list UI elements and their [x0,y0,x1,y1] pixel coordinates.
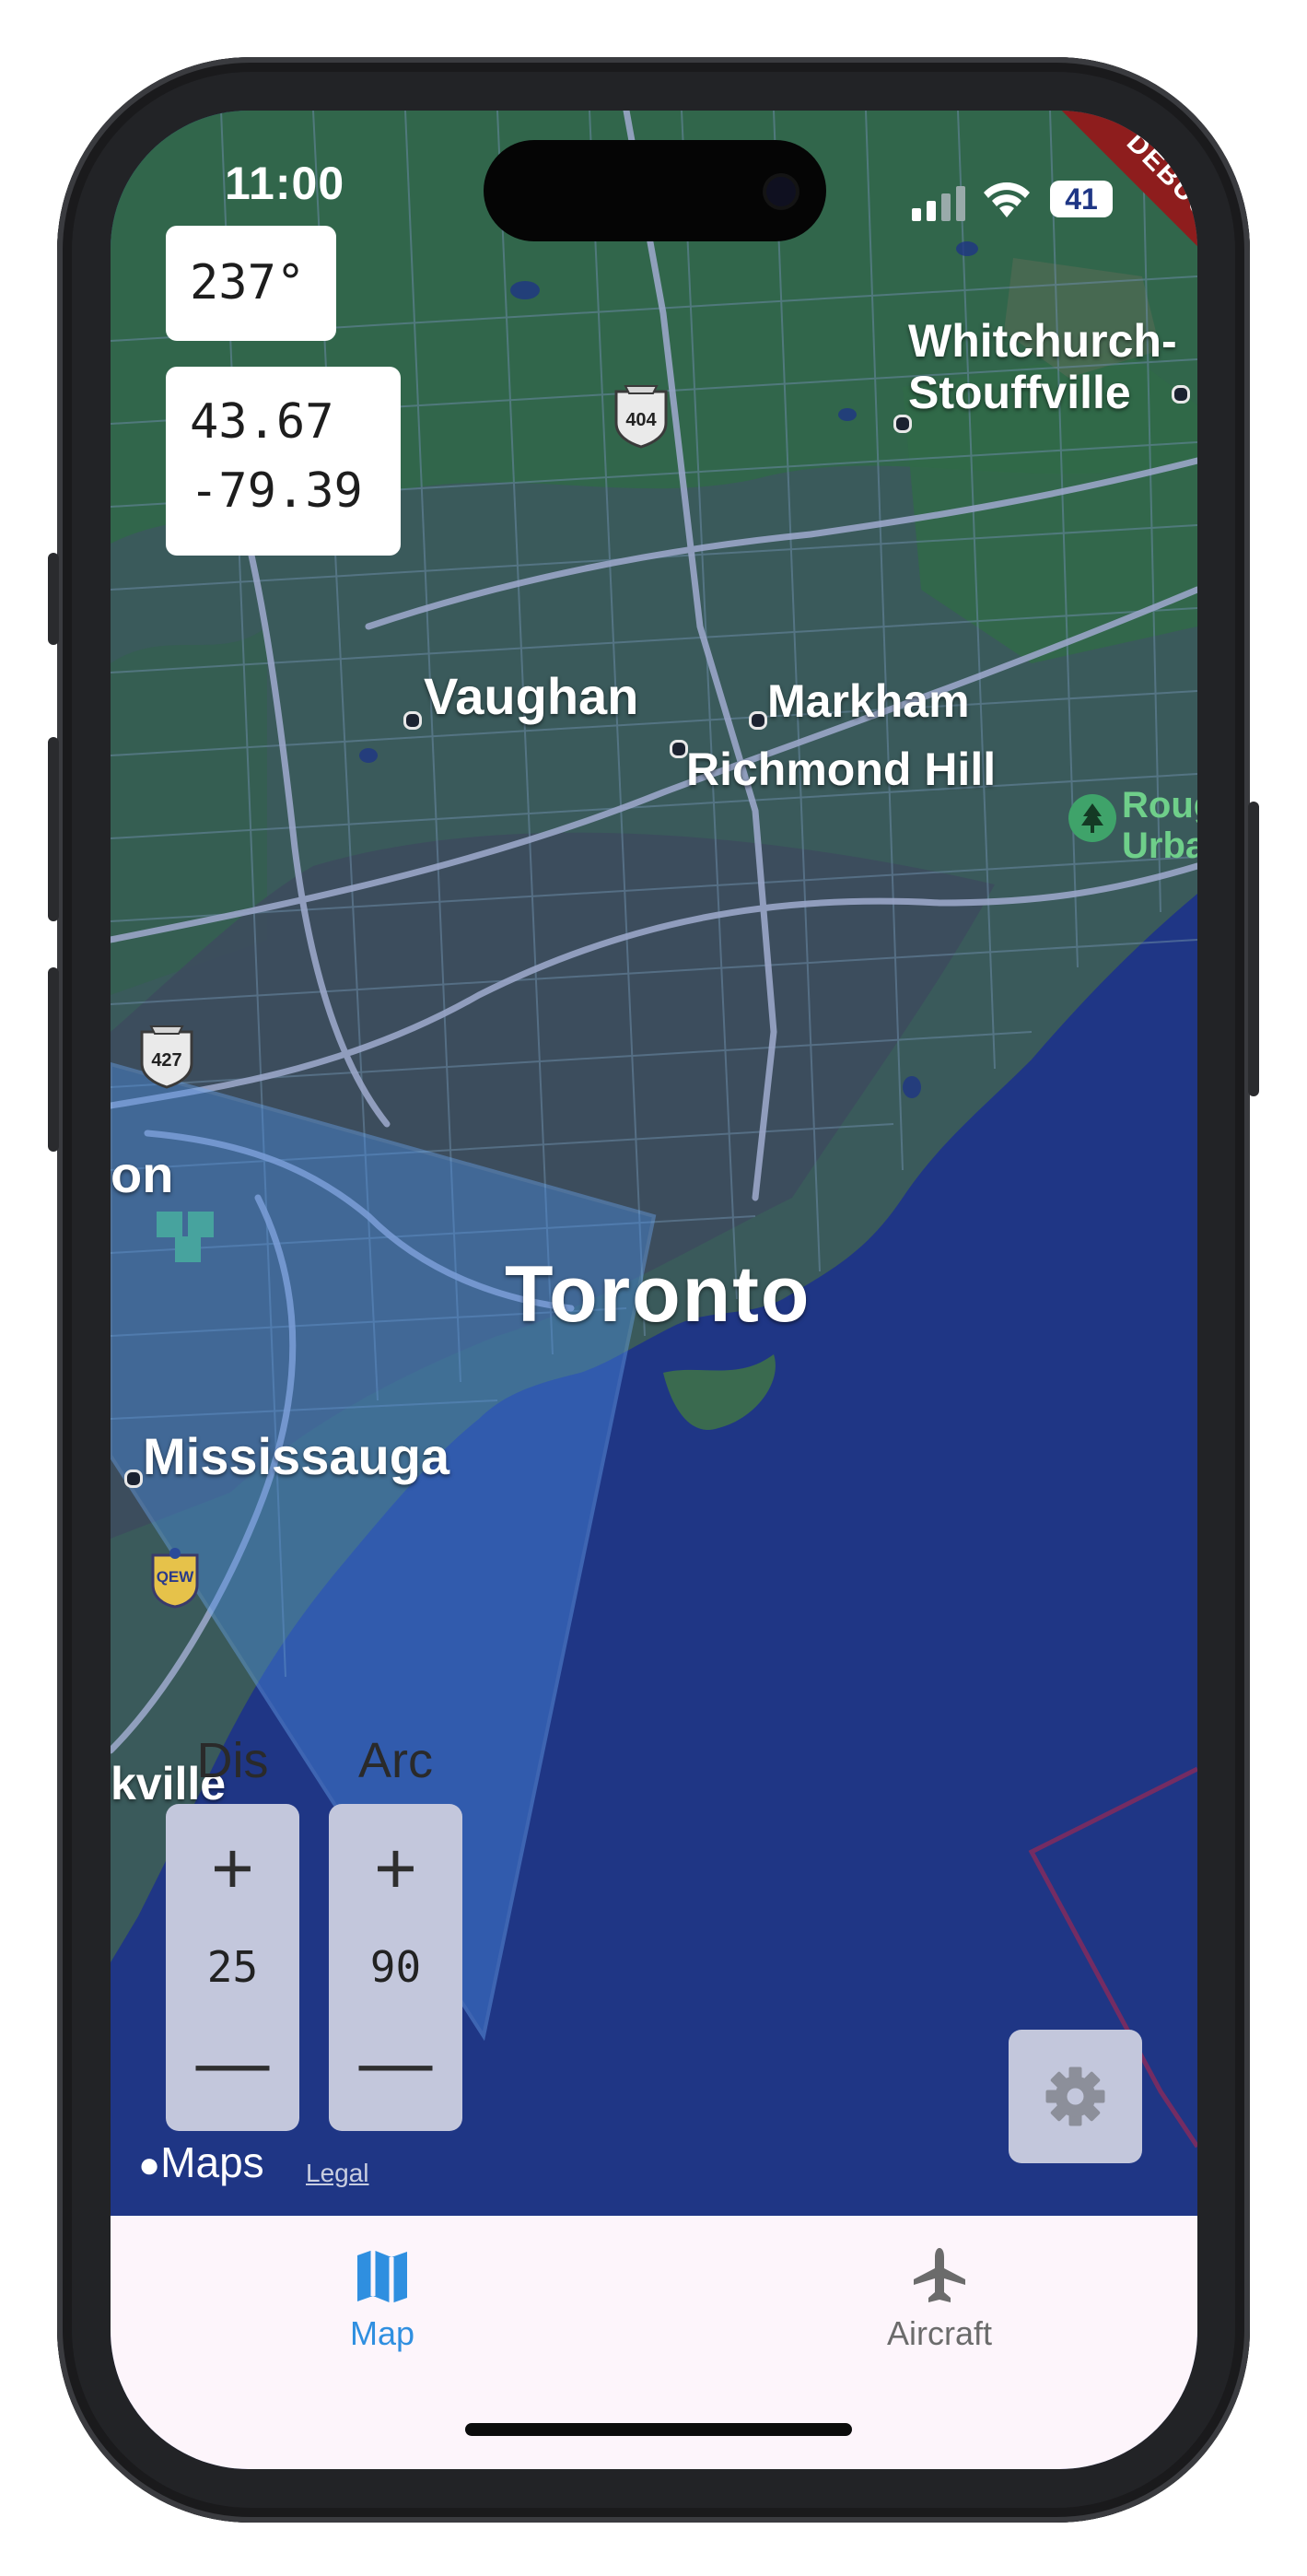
city-label-markham: Markham [767,675,970,727]
gear-icon [1045,2067,1105,2126]
action-button [48,553,59,645]
volume-up-button [48,737,59,921]
qew-label: QEW [156,1568,194,1586]
power-button [1248,802,1259,1096]
app-screen: 404 427 QEW Whitchurch- Stouffville Vaug… [111,111,1197,2469]
highway-427-number: 427 [151,1050,182,1071]
highway-404-shield: 404 [613,382,670,449]
battery-icon: 41 [1050,181,1113,217]
arc-label: Arc [358,1733,433,1788]
highway-404-number: 404 [625,410,657,430]
distance-plus-button[interactable]: + [166,1832,299,1905]
status-time: 11:00 [225,158,345,209]
arc-plus-button[interactable]: + [329,1832,462,1905]
arc-value: 90 [369,1942,422,1992]
distance-label: Dis [196,1733,269,1788]
tab-map[interactable]: Map [295,2239,470,2359]
apple-maps-attribution: ●Maps [138,2137,264,2187]
heading-display: 237° [166,226,336,341]
coordinates-display: 43.67 -79.39 [166,367,401,556]
whitchurch-line-1: Whitchurch- [908,315,1177,367]
longitude-value: -79.39 [190,463,363,519]
park-tree-icon [1068,794,1116,842]
highway-427-shield: 427 [138,1023,195,1089]
city-label-brampton-partial: on [111,1145,174,1203]
rouge-line-2: Urba [1122,825,1197,866]
city-dot-mississauga [124,1469,143,1488]
whitchurch-line-2: Stouffville [908,367,1131,418]
city-label-whitchurch-stouffville: Whitchurch- Stouffville [908,315,1177,418]
maps-logo-text: Maps [160,2138,264,2186]
battery-level: 41 [1065,182,1098,216]
city-label-toronto: Toronto [505,1250,811,1339]
cellular-signal-icon [912,186,969,226]
airplane-icon [914,2248,965,2302]
tab-aircraft[interactable]: Aircraft [838,2239,1041,2359]
city-dot-vaughan [403,711,422,730]
legal-link[interactable]: Legal [306,2159,369,2188]
arc-stepper: + 90 — [329,1804,462,2131]
arc-minus-button[interactable]: — [329,2025,462,2099]
front-camera [766,177,796,206]
city-label-richmond-hill: Richmond Hill [686,744,997,795]
distance-minus-button[interactable]: — [166,2025,299,2099]
rouge-line-1: Roug [1122,785,1197,825]
tab-map-label: Map [349,2314,415,2352]
heading-value: 237° [190,255,306,310]
settings-button[interactable] [1009,2030,1142,2163]
city-dot-markham [749,711,767,730]
apple-logo-icon: ● [138,2145,161,2185]
city-dot-richmond-hill [670,740,688,758]
home-indicator [465,2423,852,2436]
park-label-rouge: Roug Urba [1122,785,1197,866]
map-icon [357,2250,407,2303]
city-dot-east [1172,385,1190,404]
volume-down-button [48,967,59,1152]
tab-aircraft-label: Aircraft [886,2314,992,2352]
qew-shield: QEW [149,1548,201,1609]
wifi-icon [981,177,1033,224]
distance-value: 25 [206,1942,259,1992]
city-label-mississauga: Mississauga [143,1427,450,1485]
city-label-vaughan: Vaughan [424,667,639,725]
latitude-value: 43.67 [190,394,334,450]
distance-stepper: + 25 — [166,1804,299,2131]
